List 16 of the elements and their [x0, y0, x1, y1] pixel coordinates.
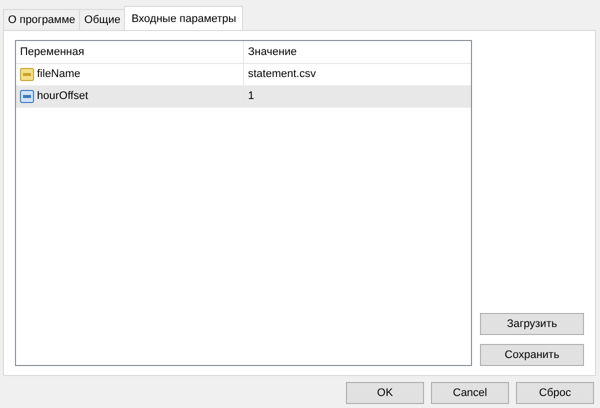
- column-header: Переменная: [16, 41, 244, 63]
- dialog-button[interactable]: OK: [346, 382, 424, 404]
- string-icon: [20, 68, 34, 81]
- tab[interactable]: О программе: [3, 9, 80, 30]
- side-button[interactable]: Сохранить: [480, 344, 584, 366]
- tab[interactable]: Входные параметры: [124, 6, 244, 30]
- variable-name: hourOffset: [37, 89, 88, 104]
- value-text: 1: [247, 89, 254, 104]
- dialog-button[interactable]: Cancel: [431, 382, 509, 404]
- number-icon: [20, 90, 34, 103]
- column-header: Значение: [247, 44, 297, 60]
- side-button[interactable]: Загрузить: [480, 313, 584, 335]
- variable-name: fileName: [37, 67, 80, 82]
- table-row[interactable]: hourOffset 1: [16, 86, 471, 108]
- value-text: statement.csv: [247, 67, 316, 82]
- dialog-button[interactable]: Сброс: [516, 382, 594, 404]
